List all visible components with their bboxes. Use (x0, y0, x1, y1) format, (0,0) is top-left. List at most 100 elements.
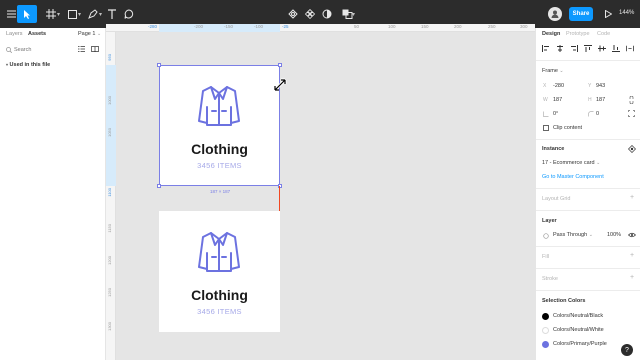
y-field[interactable]: 943 (596, 83, 605, 89)
rotation-icon (543, 111, 549, 117)
instance-selector[interactable]: 17 - Ecommerce card ⌄ (542, 160, 600, 166)
blend-mode-selector[interactable]: Pass Through ⌄ (553, 232, 593, 238)
visibility-eye-icon[interactable] (628, 232, 636, 238)
comment-tool-icon[interactable] (120, 5, 138, 23)
selection-box[interactable] (159, 65, 280, 186)
frame-label: Frame (542, 68, 558, 74)
ruler-tick: 50 (354, 24, 360, 29)
top-ruler: -280 -200 -150 -100 -25 50 100 150 200 2… (106, 24, 535, 32)
assets-search-input[interactable] (14, 45, 70, 55)
add-layout-grid-icon[interactable]: + (630, 194, 634, 201)
color-swatch-black[interactable] (542, 313, 549, 320)
blend-mode-icon (543, 233, 549, 239)
ruler-tick: 1250 (107, 288, 112, 297)
ruler-tick: 950 (107, 54, 112, 61)
distribute-icon[interactable] (626, 45, 634, 52)
left-panel: Layers Assets Page 1 ⌄ ▾ Used in this fi… (0, 28, 106, 360)
library-icon[interactable] (91, 46, 99, 52)
constrain-proportions-icon[interactable] (629, 96, 634, 104)
resize-cursor-icon (273, 78, 287, 92)
resize-handle[interactable] (157, 63, 161, 67)
color-name[interactable]: Colors/Neutral/White (553, 327, 604, 333)
component-outline-icon[interactable] (284, 5, 302, 23)
list-view-icon[interactable] (78, 46, 85, 52)
layout-grid-title: Layout Grid (542, 196, 571, 202)
align-center-h-icon[interactable] (556, 45, 564, 52)
ruler-tick: 1300 (107, 322, 112, 331)
shape-tool-caret-icon[interactable]: ▾ (78, 11, 81, 18)
layer-title: Layer (542, 218, 557, 224)
zoom-level[interactable]: 144% (619, 10, 634, 16)
add-stroke-icon[interactable]: + (630, 274, 634, 281)
ruler-tick: 100 (388, 24, 396, 29)
move-tool-icon[interactable] (17, 5, 37, 23)
ruler-tick: 1050 (107, 128, 112, 137)
help-button[interactable]: ? (621, 344, 633, 356)
resize-handle[interactable] (278, 63, 282, 67)
align-bottom-icon[interactable] (612, 45, 620, 52)
divider (536, 139, 640, 140)
divider (536, 268, 640, 269)
ruler-tick: 250 (488, 24, 496, 29)
tab-assets[interactable]: Assets (28, 31, 46, 37)
instance-options-icon[interactable] (628, 145, 636, 153)
contrast-icon[interactable] (318, 5, 336, 23)
chevron-down-icon: ▾ (6, 62, 9, 67)
left-ruler: 950 1000 1050 1100 1150 1200 1250 1300 (106, 32, 116, 360)
share-button[interactable]: Share (569, 7, 593, 21)
user-avatar[interactable] (548, 7, 562, 21)
ruler-tick: -25 (282, 24, 289, 29)
color-swatch-purple[interactable] (542, 341, 549, 348)
color-name[interactable]: Colors/Primary/Purple (553, 341, 607, 347)
frame-selector[interactable]: Frame ⌄ (542, 68, 564, 74)
color-swatch-white[interactable] (542, 327, 549, 334)
boolean-caret-icon[interactable]: ▾ (352, 11, 355, 18)
ecommerce-card[interactable]: Clothing 3456 ITEMS (159, 211, 280, 332)
x-label: X (543, 83, 547, 89)
selection-colors-title: Selection Colors (542, 298, 586, 304)
width-field[interactable]: 187 (553, 97, 562, 103)
card-title: Clothing (191, 287, 248, 303)
ruler-tick: 1150 (107, 224, 112, 233)
chevron-down-icon: ⌄ (596, 160, 601, 166)
radius-field[interactable]: 0 (596, 111, 599, 117)
ruler-tick: -200 (194, 24, 204, 29)
properties-panel: Design Prototype Code Frame ⌄ X -280 Y 9… (535, 28, 640, 360)
canvas[interactable]: Clothing 3456 ITEMS 187 × 187 Clothing 3… (116, 32, 535, 360)
fill-title: Fill (542, 254, 550, 260)
clip-content-checkbox[interactable] (543, 125, 549, 131)
go-to-master-link[interactable]: Go to Master Component (542, 174, 604, 180)
used-in-file-section[interactable]: ▾ Used in this file (6, 62, 50, 68)
page-selector[interactable]: Page 1 ⌄ (78, 31, 101, 37)
independent-corners-icon[interactable] (628, 110, 635, 117)
frame-tool-caret-icon[interactable]: ▾ (57, 11, 60, 18)
h-label: H (588, 97, 592, 103)
height-field[interactable]: 187 (596, 97, 605, 103)
text-tool-icon[interactable] (103, 5, 121, 23)
align-top-icon[interactable] (584, 45, 592, 52)
present-icon[interactable] (599, 5, 617, 23)
resize-handle[interactable] (157, 184, 161, 188)
opacity-field[interactable]: 100% (607, 232, 621, 238)
add-fill-icon[interactable]: + (630, 252, 634, 259)
clip-content-label: Clip content (553, 125, 583, 131)
page-label: Page 1 (78, 31, 96, 37)
align-center-v-icon[interactable] (598, 45, 606, 52)
tab-code[interactable]: Code (597, 31, 610, 37)
color-name[interactable]: Colors/Neutral/Black (553, 313, 603, 319)
align-right-icon[interactable] (570, 45, 578, 52)
tab-design[interactable]: Design (542, 31, 560, 37)
align-left-icon[interactable] (542, 45, 550, 52)
pen-tool-caret-icon[interactable]: ▾ (99, 11, 102, 18)
tab-layers[interactable]: Layers (6, 31, 23, 37)
component-icon[interactable] (301, 5, 319, 23)
ruler-tick: 1100 (107, 188, 112, 197)
rotation-field[interactable]: 0° (553, 111, 558, 117)
corner-radius-icon (588, 111, 594, 117)
x-field[interactable]: -280 (553, 83, 564, 89)
blend-mode-value: Pass Through (553, 232, 588, 238)
used-in-file-label: Used in this file (9, 62, 51, 68)
ruler-tick: 300 (520, 24, 528, 29)
tab-prototype[interactable]: Prototype (566, 31, 590, 37)
search-icon (6, 47, 12, 53)
